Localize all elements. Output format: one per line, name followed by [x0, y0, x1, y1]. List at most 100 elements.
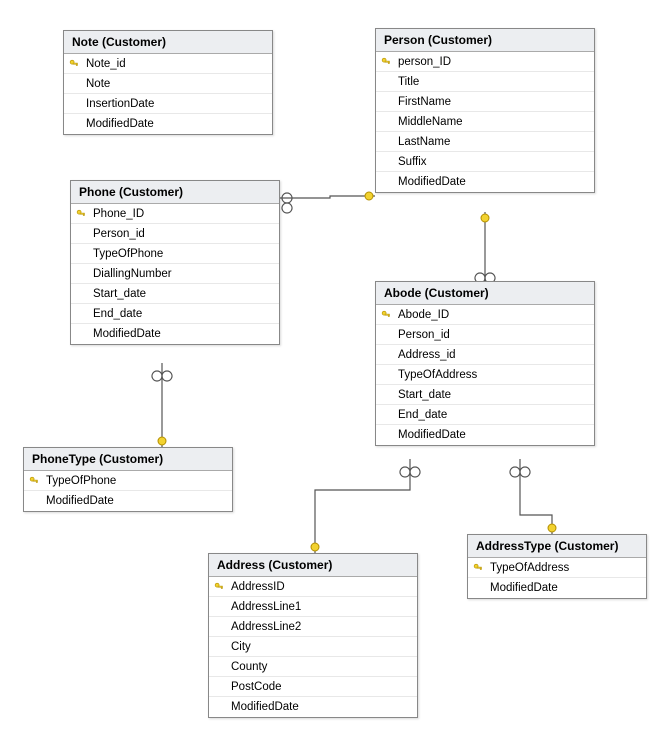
field-row[interactable]: Address_id — [376, 345, 594, 365]
field-row[interactable]: Person_id — [376, 325, 594, 345]
field-row[interactable]: ModifiedDate — [24, 491, 232, 511]
field-name: ModifiedDate — [229, 701, 417, 713]
field-name: AddressID — [229, 581, 417, 593]
field-name: Note_id — [84, 58, 272, 70]
field-row[interactable]: Note_id — [64, 54, 272, 74]
field-name: Start_date — [91, 288, 279, 300]
field-row[interactable]: TypeOfAddress — [468, 558, 646, 578]
field-name: Title — [396, 76, 594, 88]
primary-key-icon — [214, 582, 224, 592]
field-row[interactable]: Title — [376, 72, 594, 92]
field-name: Address_id — [396, 349, 594, 361]
entity-person[interactable]: Person (Customer) person_ID Title FirstNam… — [375, 28, 595, 193]
field-name: End_date — [91, 308, 279, 320]
field-name: Start_date — [396, 389, 594, 401]
entity-phone[interactable]: Phone (Customer) Phone_ID Person_id TypeOf… — [70, 180, 280, 345]
field-name: DiallingNumber — [91, 268, 279, 280]
field-name: TypeOfPhone — [91, 248, 279, 260]
field-name: ModifiedDate — [44, 495, 232, 507]
field-row[interactable]: Start_date — [376, 385, 594, 405]
primary-key-icon — [29, 476, 39, 486]
field-row[interactable]: County — [209, 657, 417, 677]
field-row[interactable]: PostCode — [209, 677, 417, 697]
field-row[interactable]: LastName — [376, 132, 594, 152]
key-cell — [64, 59, 84, 69]
field-name: person_ID — [396, 56, 594, 68]
field-row[interactable]: FirstName — [376, 92, 594, 112]
field-row[interactable]: End_date — [71, 304, 279, 324]
entity-addresstype-header: AddressType (Customer) — [468, 535, 646, 558]
field-row[interactable]: ModifiedDate — [209, 697, 417, 717]
field-row[interactable]: MiddleName — [376, 112, 594, 132]
field-name: ModifiedDate — [84, 118, 272, 130]
entity-address[interactable]: Address (Customer) AddressIDAddressLine1… — [208, 553, 418, 718]
entity-abode-header: Abode (Customer) — [376, 282, 594, 305]
key-cell — [468, 563, 488, 573]
field-row[interactable]: ModifiedDate — [71, 324, 279, 344]
field-row[interactable]: TypeOfAddress — [376, 365, 594, 385]
primary-key-icon — [381, 310, 391, 320]
field-row[interactable]: Note — [64, 74, 272, 94]
field-row[interactable]: TypeOfPhone — [24, 471, 232, 491]
field-row[interactable]: AddressLine2 — [209, 617, 417, 637]
field-name: Person_id — [91, 228, 279, 240]
entity-address-fields: AddressID AddressLine1 AddressLine2 City Cou… — [209, 577, 417, 717]
field-name: ModifiedDate — [91, 328, 279, 340]
field-name: MiddleName — [396, 116, 594, 128]
entity-phone-fields: Phone_ID Person_id TypeOfPhone DiallingNumb… — [71, 204, 279, 344]
entity-note[interactable]: Note (Customer) Note_id Note InsertionDate… — [63, 30, 273, 135]
entity-person-header: Person (Customer) — [376, 29, 594, 52]
field-name: TypeOfPhone — [44, 475, 232, 487]
key-cell — [209, 582, 229, 592]
field-row[interactable]: AddressLine1 — [209, 597, 417, 617]
field-name: Phone_ID — [91, 208, 279, 220]
entity-note-fields: Note_id Note InsertionDate ModifiedDate — [64, 54, 272, 134]
entity-abode[interactable]: Abode (Customer) Abode_IDPerson_id Addres… — [375, 281, 595, 446]
field-name: AddressLine1 — [229, 601, 417, 613]
field-row[interactable]: City — [209, 637, 417, 657]
field-row[interactable]: Phone_ID — [71, 204, 279, 224]
field-name: ModifiedDate — [396, 429, 594, 441]
field-name: ModifiedDate — [488, 582, 646, 594]
field-name: TypeOfAddress — [396, 369, 594, 381]
entity-addresstype[interactable]: AddressType (Customer) TypeOfAddress Modi… — [467, 534, 647, 599]
entity-phonetype-header: PhoneType (Customer) — [24, 448, 232, 471]
field-row[interactable]: Suffix — [376, 152, 594, 172]
field-name: InsertionDate — [84, 98, 272, 110]
key-cell — [24, 476, 44, 486]
field-row[interactable]: ModifiedDate — [64, 114, 272, 134]
field-row[interactable]: AddressID — [209, 577, 417, 597]
primary-key-icon — [473, 563, 483, 573]
field-row[interactable]: ModifiedDate — [376, 172, 594, 192]
key-cell — [71, 209, 91, 219]
field-row[interactable]: Person_id — [71, 224, 279, 244]
entity-phonetype-fields: TypeOfPhone ModifiedDate — [24, 471, 232, 511]
field-name: End_date — [396, 409, 594, 421]
field-row[interactable]: ModifiedDate — [468, 578, 646, 598]
entity-addresstype-fields: TypeOfAddress ModifiedDate — [468, 558, 646, 598]
field-row[interactable]: End_date — [376, 405, 594, 425]
field-row[interactable]: Start_date — [71, 284, 279, 304]
field-name: ModifiedDate — [396, 176, 594, 188]
field-name: Suffix — [396, 156, 594, 168]
field-row[interactable]: person_ID — [376, 52, 594, 72]
field-name: Note — [84, 78, 272, 90]
entity-abode-fields: Abode_IDPerson_id Address_id TypeOfAddress… — [376, 305, 594, 445]
field-row[interactable]: ModifiedDate — [376, 425, 594, 445]
primary-key-icon — [381, 57, 391, 67]
field-row[interactable]: TypeOfPhone — [71, 244, 279, 264]
field-row[interactable]: InsertionDate — [64, 94, 272, 114]
entity-phonetype[interactable]: PhoneType (Customer) TypeOfPhone Modified… — [23, 447, 233, 512]
field-row[interactable]: Abode_ID — [376, 305, 594, 325]
field-name: AddressLine2 — [229, 621, 417, 633]
field-row[interactable]: DiallingNumber — [71, 264, 279, 284]
field-name: PostCode — [229, 681, 417, 693]
field-name: City — [229, 641, 417, 653]
field-name: FirstName — [396, 96, 594, 108]
key-cell — [376, 57, 396, 67]
entity-phone-header: Phone (Customer) — [71, 181, 279, 204]
primary-key-icon — [69, 59, 79, 69]
entity-note-header: Note (Customer) — [64, 31, 272, 54]
field-name: LastName — [396, 136, 594, 148]
primary-key-icon — [76, 209, 86, 219]
